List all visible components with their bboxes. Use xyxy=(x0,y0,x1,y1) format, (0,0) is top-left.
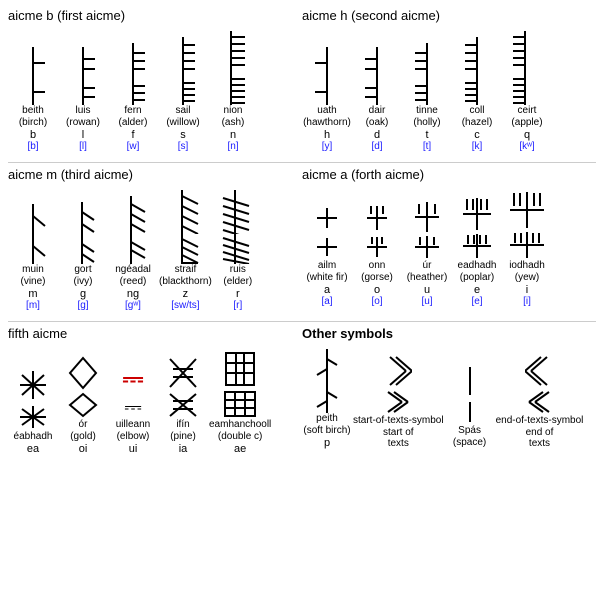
symbol-end-of-texts: end-of-texts-symbol end oftexts xyxy=(496,353,584,449)
fifth-aicme-section: fifth aicme éabhadh ea xyxy=(8,326,302,461)
symbol-nion: nion(ash) n [n] xyxy=(209,31,257,152)
symbol-uath: uath(hawthorn) h [y] xyxy=(303,47,351,152)
symbol-dair: dair(oak) d [d] xyxy=(353,47,401,152)
symbol-gort: gort(ivy) g [g] xyxy=(59,202,107,311)
fifth-aicme-title: fifth aicme xyxy=(8,326,302,341)
symbol-coll: coll(hazel) c [k] xyxy=(453,37,501,152)
symbol-eadhadh: eadhadh(poplar) e [e] xyxy=(453,196,501,307)
symbol-eabhadh: éabhadh ea xyxy=(9,367,57,455)
symbol-ngeadal: ngéadal(reed) ng [gʷ] xyxy=(109,196,157,311)
symbol-uilleann: ⎓ ⎓ uilleann(elbow) ui xyxy=(109,363,157,455)
symbol-tinne: tinne(holly) t [t] xyxy=(403,43,451,152)
symbol-beith: beith(birch) b [b] xyxy=(9,47,57,152)
symbol-ur: úr(heather) u [u] xyxy=(403,200,451,307)
aicme-m-title: aicme m (third aicme) xyxy=(8,167,302,182)
symbol-spas: Spás(space) xyxy=(446,363,494,449)
symbol-eamhanchooll: eamhanchooll(double c) ae xyxy=(209,349,271,455)
aicme-b-title: aicme b (first aicme) xyxy=(8,8,302,23)
other-symbols-section: Other symbols peith(soft birch) p xyxy=(302,326,596,461)
symbol-or: ór(gold) oi xyxy=(59,355,107,455)
aicme-a-section: aicme a (forth aicme) ailm(white fir) a … xyxy=(302,167,596,317)
symbol-ifin: ifín(pine) ia xyxy=(159,355,207,455)
aicme-a-title: aicme a (forth aicme) xyxy=(302,167,596,182)
aicme-h-section: aicme h (second aicme) uath(hawthorn) h … xyxy=(302,8,596,158)
page-container: aicme b (first aicme) beith(birch) b [b] xyxy=(8,8,596,461)
symbol-iodhadh: iodhadh(yew) i [i] xyxy=(503,190,551,307)
symbol-straif: straif(blackthorn) z [sw/ts] xyxy=(159,190,212,311)
aicme-h-title: aicme h (second aicme) xyxy=(302,8,596,23)
symbol-sail: sail(willow) s [s] xyxy=(159,37,207,152)
symbol-luis: luis(rowan) l [l] xyxy=(59,47,107,152)
symbol-ailm: ailm(white fir) a [a] xyxy=(303,202,351,307)
symbol-onn: onn(gorse) o [o] xyxy=(353,202,401,307)
symbol-ruis: ruis(elder) r [r] xyxy=(214,190,262,311)
aicme-m-section: aicme m (third aicme) muin(vine) m [m] xyxy=(8,167,302,317)
divider-1 xyxy=(8,162,596,163)
aicme-b-section: aicme b (first aicme) beith(birch) b [b] xyxy=(8,8,302,158)
other-symbols-title: Other symbols xyxy=(302,326,596,341)
symbol-start-of-texts: start-of-texts-symbol start oftexts xyxy=(353,353,444,449)
symbol-peith: peith(soft birch) p xyxy=(303,349,351,449)
symbol-ceirt: ceirt(apple) q [kʷ] xyxy=(503,31,551,152)
symbol-muin: muin(vine) m [m] xyxy=(9,204,57,311)
symbol-fern: fern(alder) f [w] xyxy=(109,43,157,152)
divider-2 xyxy=(8,321,596,322)
